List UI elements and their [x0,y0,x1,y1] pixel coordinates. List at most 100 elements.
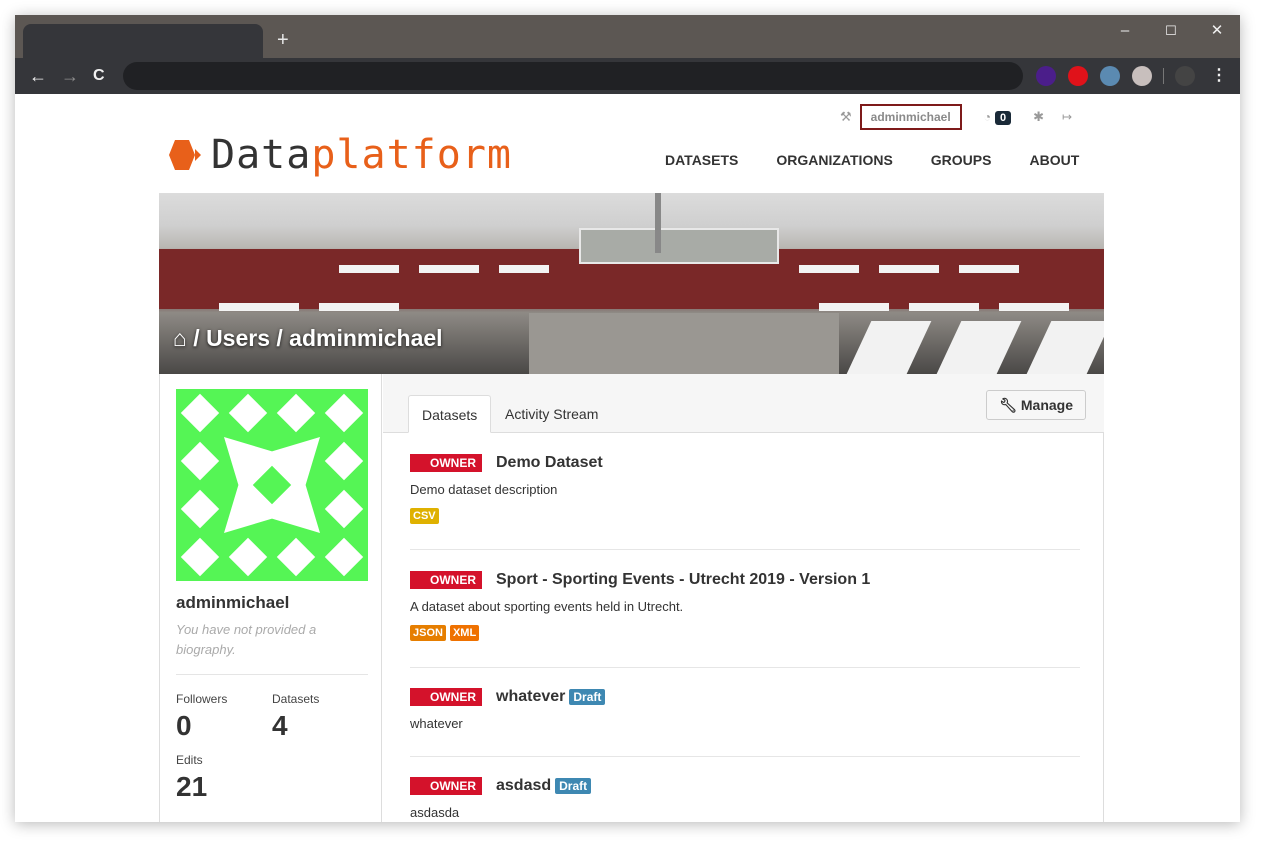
dashboard-link[interactable]: ◔ 0 [983,109,1012,125]
edits-label: Edits [176,753,203,767]
nav-groups[interactable]: GROUPS [931,152,992,168]
dataset-divider [410,667,1080,668]
owner-badge: OWNER [410,777,482,795]
profile-content: Datasets Activity Stream 🔧︎ Manage OWNER… [383,374,1104,822]
followers-label: Followers [176,692,228,706]
draft-badge: Draft [569,689,606,705]
dashboard-count-badge: 0 [994,110,1012,125]
logo-text-data: Data [211,132,312,178]
hero-stripe [499,265,549,273]
dataset-description: A dataset about sporting events held in … [410,599,684,614]
dataset-item: OWNER Sport - Sporting Events - Utrecht … [410,570,1080,641]
account-username-link[interactable]: adminmichael [859,104,962,130]
format-badge-csv[interactable]: CSV [410,508,439,524]
breadcrumb-path[interactable]: / Users / adminmichael [193,325,442,351]
sidebar-divider [176,674,368,675]
hero-pole [655,193,661,253]
hero-stripe [819,303,889,311]
address-bar[interactable] [123,62,1023,90]
profile-card: adminmichael You have not provided a bio… [159,374,1104,822]
hero-zebra [936,321,1022,374]
dataset-description: Demo dataset description [410,482,558,497]
owner-badge: OWNER [410,571,482,589]
hero-sidewalk [529,313,839,374]
nav-organizations[interactable]: ORGANIZATIONS [776,152,892,168]
edits-count: 21 [176,771,208,802]
extension-gray-icon[interactable] [1132,66,1152,86]
hero-stripe [959,265,1019,273]
tab-activity-stream[interactable]: Activity Stream [492,395,611,433]
logo-text-platform: platform [311,132,512,178]
datasets-label: Datasets [272,692,320,706]
hero-stripe [909,303,979,311]
settings-gear-icon[interactable]: ✱ [1033,109,1044,125]
draft-badge: Draft [555,778,592,794]
manage-button[interactable]: 🔧︎ Manage [986,390,1086,420]
followers-count: 0 [176,710,192,741]
profile-bio: You have not provided a biography. [176,622,317,657]
browser-tab[interactable] [23,24,263,58]
new-tab-button[interactable]: + [277,29,289,51]
hero-zebra [846,321,932,374]
hero-stripe [999,303,1069,311]
tab-strip: + – ☐ ✕ [15,15,1240,58]
reload-icon[interactable]: C [93,64,105,88]
hero-banner: ⌂ / Users / adminmichael [159,193,1104,374]
wrench-icon: 🔧︎ [999,397,1017,413]
dataset-item: OWNER whatever Draft whatever [410,687,1080,731]
content-tabs: Datasets Activity Stream 🔧︎ Manage [383,374,1104,433]
dataset-description: asdasda [410,805,460,820]
dataset-item: OWNER asdasd Draft asdasda [410,776,1080,820]
forward-arrow-icon[interactable]: → [61,64,79,88]
dataset-title-link[interactable]: whatever [496,688,565,706]
web-page: ⚒ adminmichael ◔ 0 ✱ ↦ Dataplatform DATAS… [15,94,1240,822]
dataset-description: whatever [410,716,463,731]
user-avatar [176,389,368,581]
hero-traffic-island [579,228,779,264]
logout-icon[interactable]: ↦ [1062,110,1072,124]
owner-badge: OWNER [410,454,482,472]
hero-stripe [319,303,399,311]
browser-toolbar: ← → C ⋮ [15,58,1240,94]
profile-avatar-icon[interactable] [1175,66,1195,86]
owner-badge: OWNER [410,688,482,706]
dataset-divider [410,549,1080,550]
sysadmin-hammer-icon[interactable]: ⚒ [840,109,852,125]
browser-menu-icon[interactable]: ⋮ [1211,64,1227,88]
account-bar: ⚒ adminmichael ◔ 0 ✱ ↦ [840,102,1072,132]
extension-blue-icon[interactable] [1100,66,1120,86]
hero-zebra [1026,321,1104,374]
tab-datasets[interactable]: Datasets [408,395,492,433]
nav-about[interactable]: ABOUT [1029,152,1079,168]
dataset-title-link[interactable]: Demo Dataset [496,454,603,472]
logo-mark-icon [169,140,201,170]
hero-stripe [879,265,939,273]
back-arrow-icon[interactable]: ← [29,64,47,88]
hero-stripe [419,265,479,273]
format-badge-json[interactable]: JSON [410,625,446,641]
hero-stripe [339,265,399,273]
maximize-button[interactable]: ☐ [1151,19,1191,43]
dataset-title-link[interactable]: Sport - Sporting Events - Utrecht 2019 -… [496,571,870,589]
nav-datasets[interactable]: DATASETS [665,152,738,168]
hero-stripe [799,265,859,273]
datasets-count: 4 [272,710,288,741]
breadcrumb: ⌂ / Users / adminmichael [173,325,443,352]
dashboard-icon: ◔ [983,109,991,124]
hero-stripe [219,303,299,311]
toolbar-divider [1163,68,1164,84]
browser-window: + – ☐ ✕ ← → C ⋮ ⚒ adminmichael ◔ 0 ✱ ↦ D… [15,15,1240,822]
home-icon[interactable]: ⌂ [173,325,187,351]
profile-username: adminmichael [176,593,290,612]
dataset-title-link[interactable]: asdasd [496,777,551,795]
main-nav: DATASETS ORGANIZATIONS GROUPS ABOUT [665,152,1117,168]
close-window-button[interactable]: ✕ [1197,19,1237,43]
extension-red-icon[interactable] [1068,66,1088,86]
extension-purple-icon[interactable] [1036,66,1056,86]
site-logo[interactable]: Dataplatform [167,132,512,178]
dataset-divider [410,756,1080,757]
minimize-button[interactable]: – [1105,19,1145,43]
manage-button-label: Manage [1020,397,1073,413]
profile-sidebar: adminmichael You have not provided a bio… [160,374,382,822]
format-badge-xml[interactable]: XML [449,625,480,641]
